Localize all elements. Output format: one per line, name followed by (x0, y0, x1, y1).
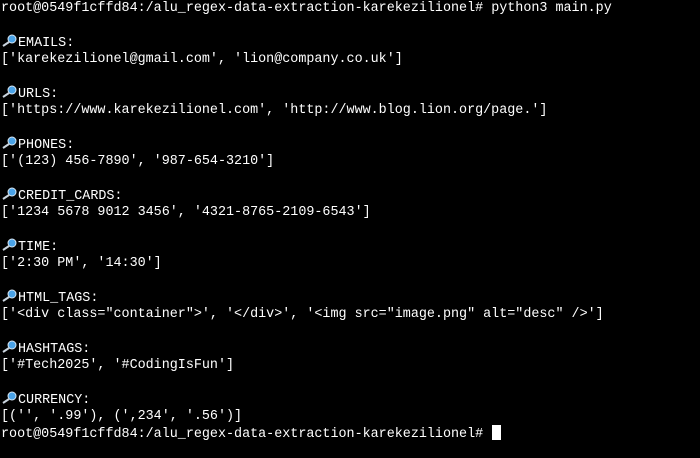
terminal-window[interactable]: root@0549f1cffd84:/alu_regex-data-extrac… (0, 0, 700, 458)
section-value-emails: ['karekezilionel@gmail.com', 'lion@compa… (1, 52, 403, 67)
section-header-credit-cards: CREDIT_CARDS: (1, 187, 122, 204)
section-header-emails: EMAILS: (1, 34, 74, 51)
magnifier-icon (1, 85, 18, 98)
section-header-time: TIME: (1, 238, 58, 255)
shell-prompt: root@0549f1cffd84:/alu_regex-data-extrac… (1, 1, 484, 16)
command-line: root@0549f1cffd84:/alu_regex-data-extrac… (1, 0, 612, 17)
magnifier-icon (1, 289, 18, 302)
section-label: TIME: (18, 240, 59, 255)
magnifier-icon (1, 136, 18, 149)
magnifier-icon (1, 391, 18, 404)
section-value-html-tags: ['<div class="container">', '</div>', '<… (1, 307, 604, 322)
section-label: HASHTAGS: (18, 342, 91, 357)
section-label: URLS: (18, 87, 59, 102)
command-text: python3 main.py (483, 1, 612, 16)
section-label: PHONES: (18, 138, 75, 153)
section-value-hashtags: ['#Tech2025', '#CodingIsFun'] (1, 358, 235, 373)
block-cursor (492, 425, 502, 440)
section-label: CREDIT_CARDS: (18, 189, 123, 204)
magnifier-icon (1, 187, 18, 200)
section-header-phones: PHONES: (1, 136, 74, 153)
section-label: CURRENCY: (18, 393, 91, 408)
section-header-hashtags: HASHTAGS: (1, 340, 90, 357)
section-label: EMAILS: (18, 36, 75, 51)
section-label: HTML_TAGS: (18, 291, 99, 306)
magnifier-icon (1, 238, 18, 251)
section-header-html-tags: HTML_TAGS: (1, 289, 98, 306)
section-value-currency: [('', '.99'), (',234', '.56')] (1, 409, 243, 424)
section-value-credit-cards: ['1234 5678 9012 3456', '4321-8765-2109-… (1, 205, 371, 220)
shell-prompt: root@0549f1cffd84:/alu_regex-data-extrac… (1, 427, 484, 442)
section-value-time: ['2:30 PM', '14:30'] (1, 256, 162, 271)
section-value-urls: ['https://www.karekezilionel.com', 'http… (1, 103, 548, 118)
section-header-urls: URLS: (1, 85, 58, 102)
active-prompt-line[interactable]: root@0549f1cffd84:/alu_regex-data-extrac… (1, 425, 502, 442)
section-value-phones: ['(123) 456-7890', '987-654-3210'] (1, 154, 275, 169)
magnifier-icon (1, 340, 18, 353)
section-header-currency: CURRENCY: (1, 391, 90, 408)
magnifier-icon (1, 34, 18, 47)
